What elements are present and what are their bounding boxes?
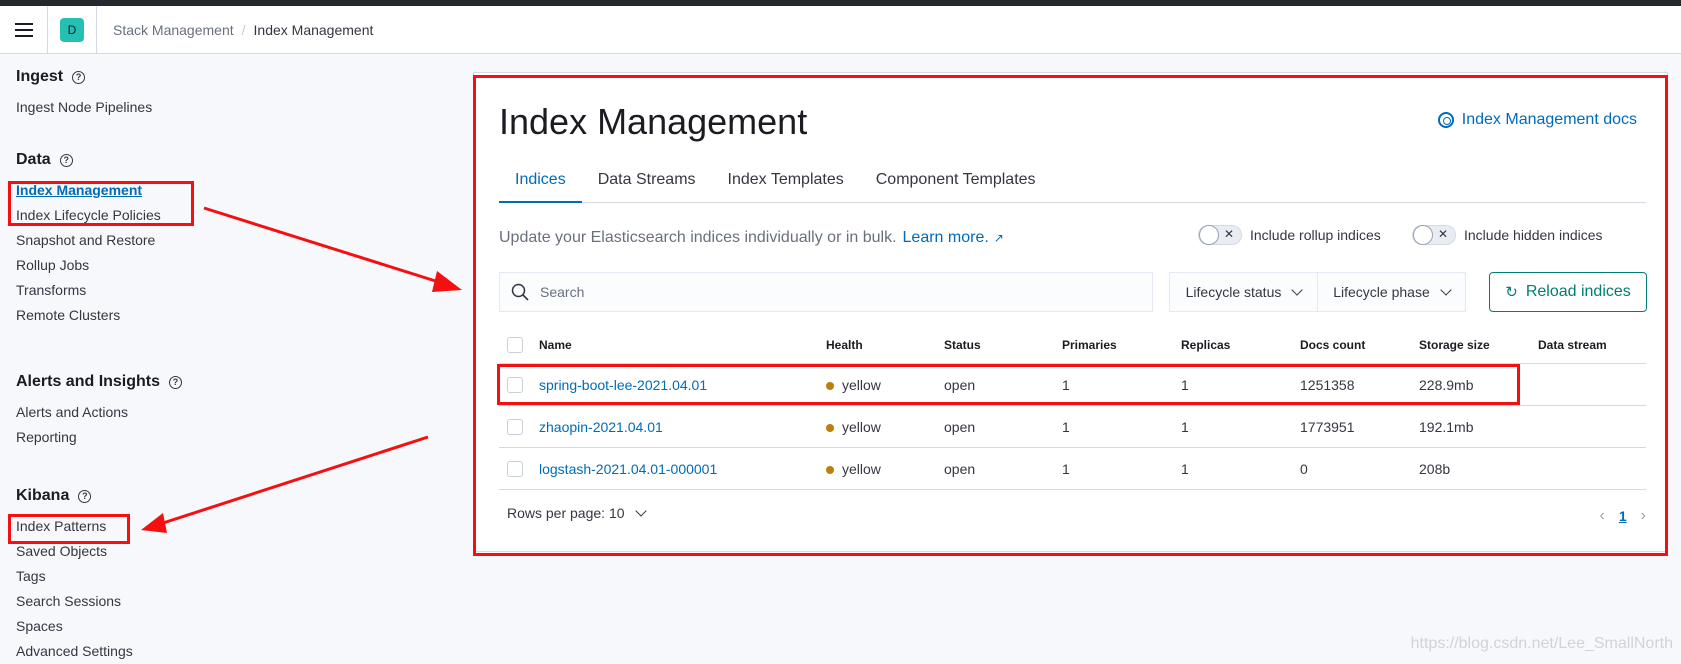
annotation-arrows: [0, 0, 1681, 661]
watermark: https://blog.csdn.net/Lee_SmallNorth: [1411, 635, 1673, 653]
